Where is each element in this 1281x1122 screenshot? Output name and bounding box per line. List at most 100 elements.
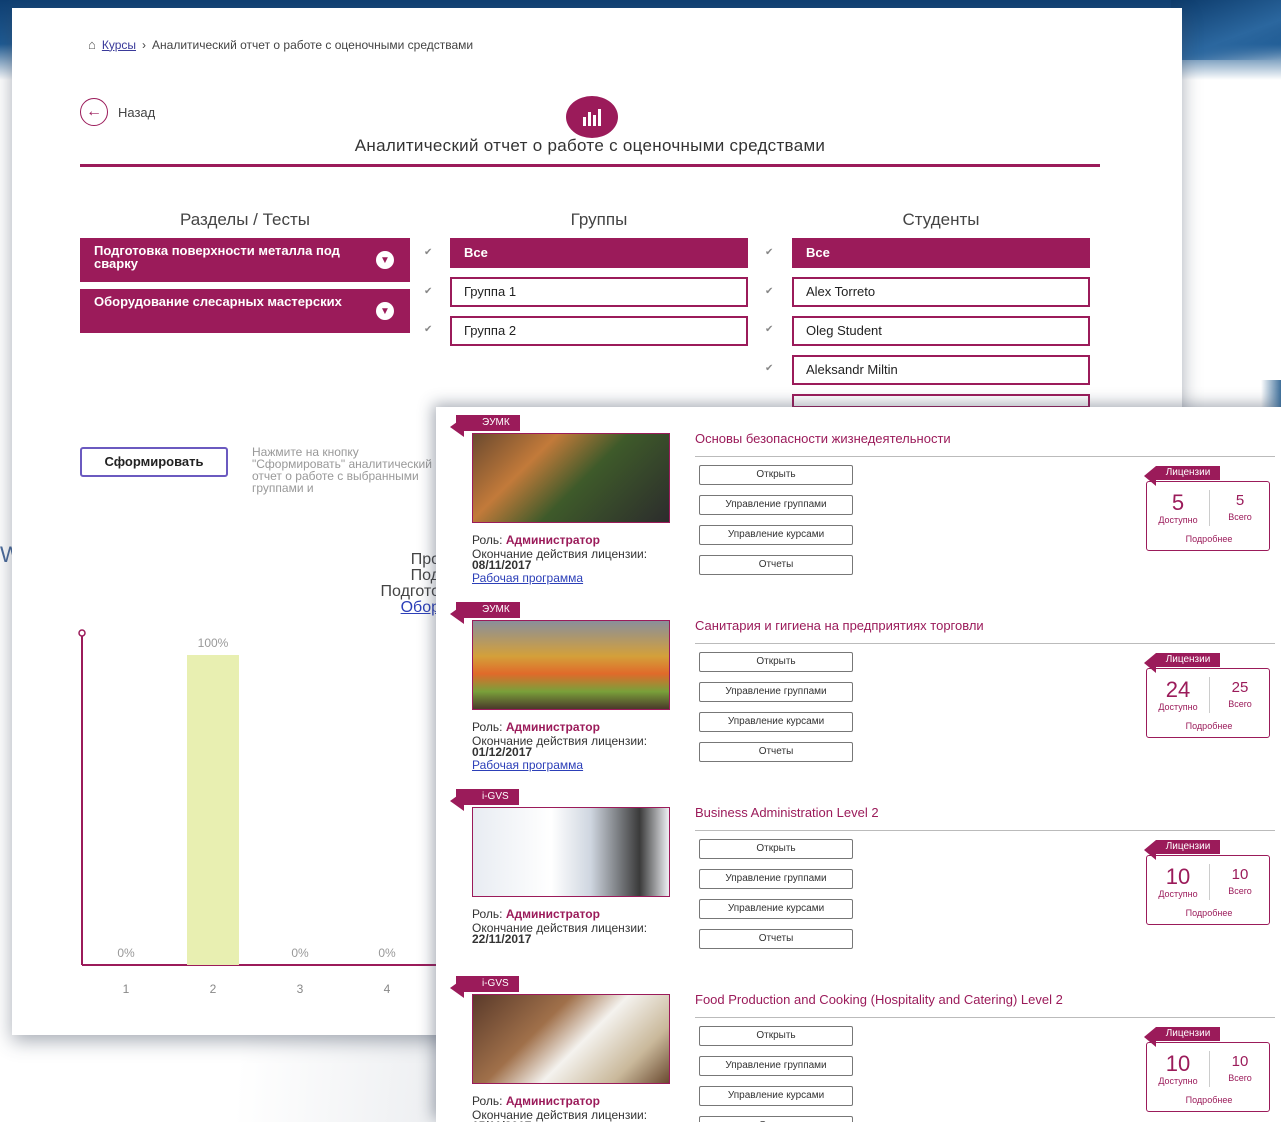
license-tag: Лицензии xyxy=(1144,466,1220,486)
group-item-all[interactable]: Все xyxy=(450,238,748,268)
licenses-available: 5 xyxy=(1171,490,1185,515)
open-button[interactable]: Открыть xyxy=(699,839,853,859)
expiry-date: 22/11/2017 xyxy=(472,932,532,946)
license-tag: Лицензии xyxy=(1144,840,1220,860)
groups-column-header: Группы xyxy=(570,210,628,229)
license-details-link[interactable]: Подробнее xyxy=(1147,1095,1271,1105)
student-item[interactable]: Oleg Student xyxy=(792,316,1090,346)
back-label: Назад xyxy=(118,104,156,120)
license-details-link[interactable]: Подробнее xyxy=(1147,908,1271,918)
chart-tick-label: 1 xyxy=(123,982,130,996)
checkbox[interactable]: ✔ xyxy=(765,286,773,297)
license-details-link[interactable]: Подробнее xyxy=(1147,721,1271,731)
license-box: 10 Доступно 10 Всего Подробнее xyxy=(1146,855,1270,925)
student-item[interactable]: Aleksandr Miltin xyxy=(792,355,1090,385)
chart-caption-line: Под xyxy=(410,567,440,584)
students-column-header: Студенты xyxy=(902,210,980,229)
role-value: Администратор xyxy=(505,907,600,921)
open-button[interactable]: Открыть xyxy=(699,465,853,485)
manage-groups-button[interactable]: Управление группами xyxy=(699,869,853,889)
manage-courses-button[interactable]: Управление курсами xyxy=(699,525,853,545)
course-type-tag: i-GVS xyxy=(450,789,519,811)
course-role: Роль: Администратор xyxy=(472,533,600,547)
role-label: Роль: xyxy=(472,1094,503,1108)
program-link[interactable]: Рабочая программа xyxy=(472,571,583,585)
course-divider xyxy=(695,830,1275,831)
license-tag: Лицензии xyxy=(1144,1027,1220,1047)
manage-courses-button[interactable]: Управление курсами xyxy=(699,1086,853,1106)
checkbox[interactable]: ✔ xyxy=(765,247,773,258)
licenses-total: 5 xyxy=(1235,492,1245,509)
open-button[interactable]: Открыть xyxy=(699,652,853,672)
role-label: Роль: xyxy=(472,907,503,921)
licenses-total: 10 xyxy=(1231,866,1249,883)
chart-bar xyxy=(187,655,239,965)
reports-button[interactable]: Отчеты xyxy=(699,742,853,762)
group-item[interactable]: Группа 2 xyxy=(450,316,748,346)
course-title[interactable]: Business Administration Level 2 xyxy=(695,805,879,820)
checkbox[interactable]: ✔ xyxy=(424,286,432,297)
course-type-tag: ЭУМК xyxy=(450,602,520,624)
chart-data-label: 0% xyxy=(291,946,309,960)
course-card: ЭУМК Роль: Администратор Окончание действи… xyxy=(436,602,1281,789)
course-thumbnail[interactable] xyxy=(472,807,670,897)
section-label: Подготовка поверхности металла под сварк… xyxy=(94,243,340,271)
chart-caption-link[interactable]: Обор xyxy=(340,600,440,616)
breadcrumb: ⌂ Курсы › Аналитический отчет о работе с… xyxy=(88,37,473,52)
manage-courses-button[interactable]: Управление курсами xyxy=(699,899,853,919)
reports-button[interactable]: Отчеты xyxy=(699,929,853,949)
course-title[interactable]: Санитария и гигиена на предприятиях торг… xyxy=(695,618,984,633)
manage-groups-button[interactable]: Управление группами xyxy=(699,1056,853,1076)
licenses-total: 25 xyxy=(1231,679,1249,696)
licenses-total-label: Всего xyxy=(1228,512,1252,522)
page-title: Аналитический отчет о работе с оценочным… xyxy=(354,136,826,155)
course-title[interactable]: Food Production and Cooking (Hospitality… xyxy=(695,992,1063,1007)
generate-button[interactable]: Сформировать xyxy=(80,447,228,477)
license-box: 5 Доступно 5 Всего Подробнее xyxy=(1146,481,1270,551)
section-item[interactable]: Подготовка поверхности металла под сварк… xyxy=(80,238,410,282)
manage-groups-button[interactable]: Управление группами xyxy=(699,495,853,515)
manage-courses-button[interactable]: Управление курсами xyxy=(699,712,853,732)
reports-button[interactable]: Отчеты xyxy=(699,1116,853,1122)
back-button[interactable]: ← Назад xyxy=(80,98,155,126)
student-item-partial[interactable] xyxy=(792,394,1090,408)
checkbox[interactable]: ✔ xyxy=(424,247,432,258)
manage-groups-button[interactable]: Управление группами xyxy=(699,682,853,702)
course-type-tag: ЭУМК xyxy=(450,415,520,437)
licenses-available-label: Доступно xyxy=(1158,889,1198,899)
course-role: Роль: Администратор xyxy=(472,907,600,921)
course-thumbnail[interactable] xyxy=(472,433,670,523)
course-role: Роль: Администратор xyxy=(472,720,600,734)
checkbox[interactable]: ✔ xyxy=(765,324,773,335)
license-box: 10 Доступно 10 Всего Подробнее xyxy=(1146,1042,1270,1112)
reports-button[interactable]: Отчеты xyxy=(699,555,853,575)
license-details-link[interactable]: Подробнее xyxy=(1147,534,1271,544)
student-item-all[interactable]: Все xyxy=(792,238,1090,268)
chart-data-label: 100% xyxy=(198,636,229,650)
breadcrumb-courses-link[interactable]: Курсы xyxy=(102,38,136,52)
licenses-total: 10 xyxy=(1231,1053,1249,1070)
course-role: Роль: Администратор xyxy=(472,1094,600,1108)
course-card: ЭУМК Роль: Администратор Окончание действи… xyxy=(436,415,1281,602)
bar-chart-icon xyxy=(566,96,618,138)
student-item[interactable]: Alex Torreto xyxy=(792,277,1090,307)
checkbox[interactable]: ✔ xyxy=(424,324,432,335)
program-link[interactable]: Рабочая программа xyxy=(472,758,583,772)
chevron-down-icon[interactable]: ▼ xyxy=(376,302,394,320)
licenses-available-label: Доступно xyxy=(1158,515,1198,525)
course-type-tag: i-GVS xyxy=(450,976,519,998)
breadcrumb-separator: › xyxy=(142,37,147,52)
checkbox[interactable]: ✔ xyxy=(765,363,773,374)
role-value: Администратор xyxy=(505,533,600,547)
section-item[interactable]: Оборудование слесарных мастерских ▼ xyxy=(80,289,410,333)
chevron-down-icon[interactable]: ▼ xyxy=(376,251,394,269)
course-title[interactable]: Основы безопасности жизнедеятельности xyxy=(695,431,951,446)
open-button[interactable]: Открыть xyxy=(699,1026,853,1046)
course-thumbnail[interactable] xyxy=(472,994,670,1084)
home-icon[interactable]: ⌂ xyxy=(88,37,96,52)
course-thumbnail[interactable] xyxy=(472,620,670,710)
arrow-left-icon: ← xyxy=(80,98,108,126)
role-label: Роль: xyxy=(472,720,503,734)
chart-tick-label: 3 xyxy=(297,982,304,996)
group-item[interactable]: Группа 1 xyxy=(450,277,748,307)
